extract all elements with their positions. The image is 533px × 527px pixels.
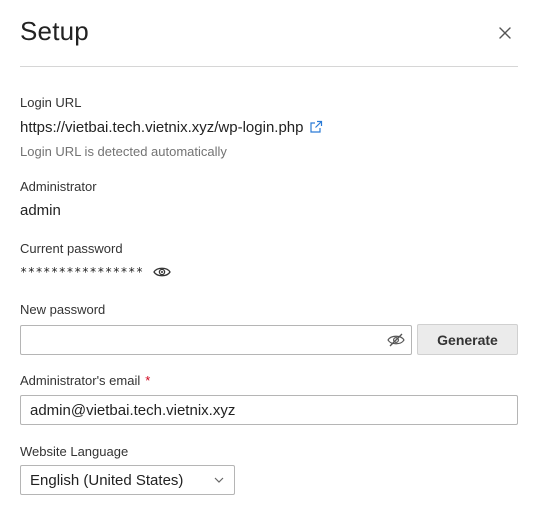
dialog-header: Setup (20, 14, 518, 67)
new-password-field (20, 325, 412, 355)
login-url-label: Login URL (20, 95, 82, 110)
administrator-label: Administrator (20, 179, 97, 194)
new-password-input[interactable] (20, 325, 412, 355)
admin-email-label-text: Administrator's email (20, 373, 141, 388)
admin-email-input[interactable] (20, 395, 518, 425)
eye-icon (152, 267, 171, 277)
show-password-button[interactable] (152, 265, 172, 279)
toggle-new-password-visibility[interactable] (386, 332, 406, 348)
current-password-row: **************** (20, 263, 172, 281)
open-login-url-link[interactable] (309, 120, 323, 134)
current-password-label: Current password (20, 241, 123, 256)
login-url-row: https://vietbai.tech.vietnix.xyz/wp-logi… (20, 117, 323, 137)
close-icon (499, 27, 511, 39)
generate-password-button[interactable]: Generate (417, 324, 518, 355)
chevron-down-icon (204, 465, 234, 495)
website-language-label: Website Language (20, 444, 129, 459)
eye-slash-icon (387, 333, 405, 347)
administrator-value: admin (20, 202, 61, 219)
external-link-icon (310, 120, 323, 133)
login-url-hint: Login URL is detected automatically (20, 144, 227, 159)
close-button[interactable] (496, 24, 514, 42)
admin-email-label: Administrator's email * (20, 373, 150, 388)
current-password-value: **************** (20, 265, 144, 279)
new-password-label: New password (20, 302, 106, 317)
login-url-value: https://vietbai.tech.vietnix.xyz/wp-logi… (20, 118, 304, 136)
website-language-select[interactable]: English (United States) (20, 465, 235, 495)
setup-dialog: Setup Login URL https://vietbai.tech.vie… (0, 0, 533, 527)
dialog-title: Setup (20, 16, 89, 46)
website-language-value: English (United States) (30, 471, 184, 489)
required-marker: * (145, 373, 151, 388)
